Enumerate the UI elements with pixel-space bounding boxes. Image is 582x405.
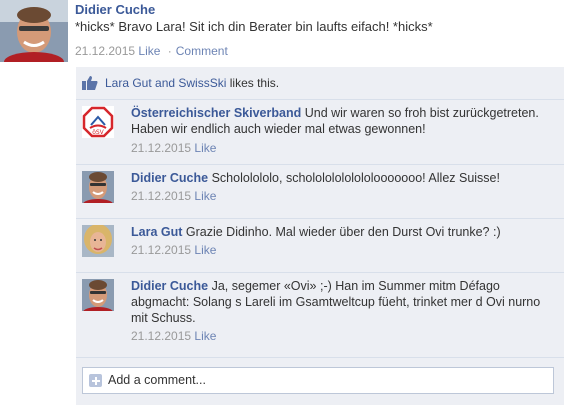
feedback-section: Lara Gut and SwissSki likes this. öSV Ös… <box>76 67 564 405</box>
comment-like-link[interactable]: Like <box>194 243 216 257</box>
comment-date[interactable]: 21.12.2015 <box>131 329 191 343</box>
comment-date[interactable]: 21.12.2015 <box>131 141 191 155</box>
post-comment-link[interactable]: Comment <box>176 44 228 58</box>
post-author-name[interactable]: Didier Cuche <box>75 2 155 17</box>
thumbs-up-icon <box>82 76 98 90</box>
commenter-avatar[interactable] <box>82 279 114 311</box>
likes-text: Lara Gut and SwissSki likes this. <box>105 76 279 90</box>
comment-body: Didier Cuche Ja, segemer «Ovi» ;-) Han i… <box>131 278 556 326</box>
comment-date[interactable]: 21.12.2015 <box>131 243 191 257</box>
comment-like-link[interactable]: Like <box>194 189 216 203</box>
comment-text: Schololololo, scholololololololooooooo! … <box>211 171 500 185</box>
comment-body: Didier Cuche Schololololo, schololololol… <box>131 170 559 186</box>
commenter-avatar[interactable] <box>82 225 114 257</box>
likes-suffix: likes this. <box>229 76 280 90</box>
commenter-avatar[interactable] <box>82 171 114 203</box>
commenter-name[interactable]: Didier Cuche <box>131 279 208 293</box>
feed-post: Didier Cuche *hicks* Bravo Lara! Sit ich… <box>0 0 582 62</box>
svg-text:öSV: öSV <box>92 129 104 136</box>
comment-item: Didier Cuche Ja, segemer «Ovi» ;-) Han i… <box>76 272 564 358</box>
commenter-name[interactable]: Lara Gut <box>131 225 182 239</box>
post-text: *hicks* Bravo Lara! Sit ich din Berater … <box>75 19 433 34</box>
post-meta: 21.12.2015 Like · Comment <box>75 44 228 58</box>
comment-meta: 21.12.2015 Like <box>131 189 216 203</box>
commenter-name[interactable]: Didier Cuche <box>131 171 208 185</box>
post-author-avatar[interactable] <box>0 0 68 62</box>
likes-summary: Lara Gut and SwissSki likes this. <box>76 67 564 99</box>
comment-item: Didier Cuche Schololololo, schololololol… <box>76 164 564 219</box>
meta-separator: · <box>167 44 172 58</box>
commenter-name[interactable]: Österreichischer Skiverband <box>131 106 301 120</box>
comment-text: Grazie Didinho. Mal wieder über den Durs… <box>185 225 501 239</box>
add-comment-input[interactable]: Add a comment... <box>82 367 554 394</box>
comment-like-link[interactable]: Like <box>194 141 216 155</box>
comment-body: Lara Gut Grazie Didinho. Mal wieder über… <box>131 224 559 240</box>
add-comment-placeholder: Add a comment... <box>108 373 206 387</box>
comment-like-link[interactable]: Like <box>194 329 216 343</box>
plus-icon <box>89 374 102 387</box>
add-comment-row: Add a comment... <box>76 357 564 404</box>
comment-meta: 21.12.2015 Like <box>131 243 216 257</box>
commenter-avatar[interactable]: öSV <box>82 106 114 138</box>
comment-meta: 21.12.2015 Like <box>131 141 216 155</box>
likers-names[interactable]: Lara Gut and SwissSki <box>105 76 226 90</box>
post-like-link[interactable]: Like <box>138 44 160 58</box>
comment-item: Lara Gut Grazie Didinho. Mal wieder über… <box>76 218 564 273</box>
comment-item: öSV Österreichischer Skiverband Und wir … <box>76 99 564 165</box>
post-date[interactable]: 21.12.2015 <box>75 44 135 58</box>
comment-meta: 21.12.2015 Like <box>131 329 216 343</box>
comment-body: Österreichischer Skiverband Und wir ware… <box>131 105 559 137</box>
comment-date[interactable]: 21.12.2015 <box>131 189 191 203</box>
